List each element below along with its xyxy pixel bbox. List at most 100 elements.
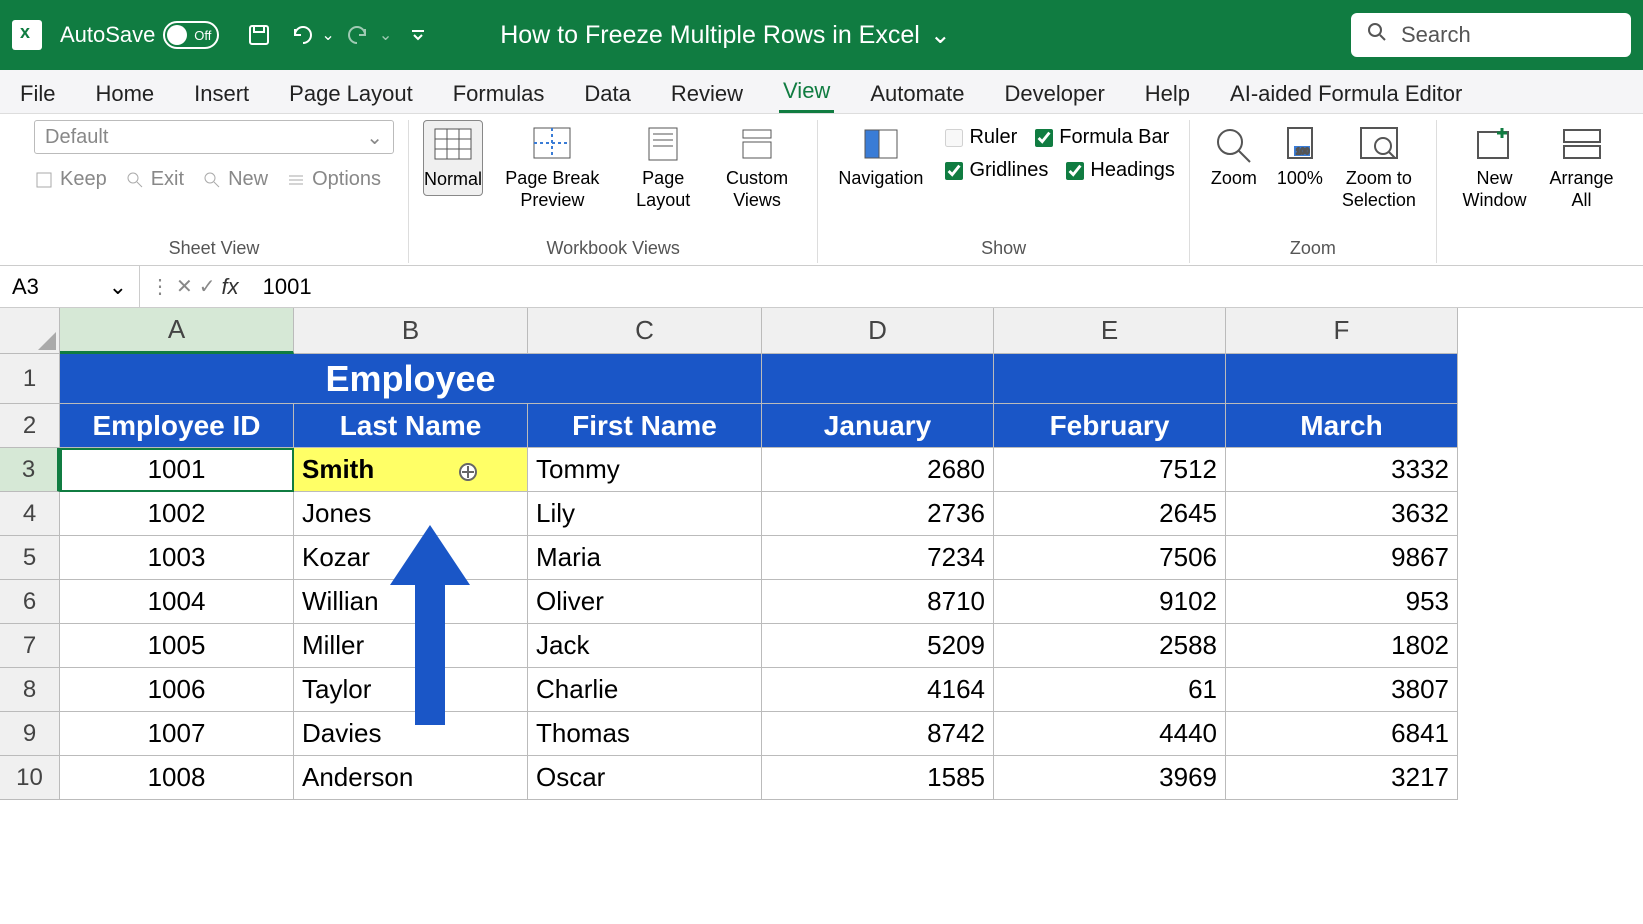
- cell-A3[interactable]: 1001: [60, 448, 294, 492]
- fx-icon[interactable]: fx: [222, 274, 239, 300]
- cell-header-last[interactable]: Last Name: [294, 404, 528, 448]
- normal-view-button[interactable]: Normal: [423, 120, 483, 196]
- cell[interactable]: 6841: [1226, 712, 1458, 756]
- row-header-10[interactable]: 10: [0, 756, 60, 800]
- custom-views-button[interactable]: Custom Views: [711, 120, 804, 215]
- redo-dropdown-icon[interactable]: ⌄: [379, 25, 392, 45]
- cell-header-jan[interactable]: January: [762, 404, 994, 448]
- gridlines-checkbox[interactable]: Gridlines: [945, 159, 1048, 182]
- search-input[interactable]: Search: [1351, 13, 1631, 57]
- cell-title-employee[interactable]: Employee: [60, 354, 762, 404]
- cell[interactable]: Miller: [294, 624, 528, 668]
- cell[interactable]: 7234: [762, 536, 994, 580]
- zoom-100-button[interactable]: 100 100%: [1270, 120, 1330, 194]
- sheet-view-exit-button[interactable]: Exit: [125, 168, 184, 191]
- autosave-control[interactable]: AutoSave Off: [60, 21, 219, 49]
- cell[interactable]: 3632: [1226, 492, 1458, 536]
- cell[interactable]: 4164: [762, 668, 994, 712]
- cell[interactable]: Lily: [528, 492, 762, 536]
- cell[interactable]: 61: [994, 668, 1226, 712]
- cell-D3[interactable]: 2680: [762, 448, 994, 492]
- cell[interactable]: 4440: [994, 712, 1226, 756]
- select-all-corner[interactable]: [0, 308, 60, 354]
- row-header-2[interactable]: 2: [0, 404, 60, 448]
- save-icon[interactable]: [243, 19, 275, 51]
- cell[interactable]: 3969: [994, 756, 1226, 800]
- cell[interactable]: [762, 354, 994, 404]
- new-window-button[interactable]: New Window: [1451, 120, 1538, 215]
- col-header-B[interactable]: B: [294, 308, 528, 354]
- cell[interactable]: 1585: [762, 756, 994, 800]
- cell[interactable]: 2645: [994, 492, 1226, 536]
- cell[interactable]: 3807: [1226, 668, 1458, 712]
- tab-file[interactable]: File: [16, 75, 59, 113]
- arrange-all-button[interactable]: Arrange All: [1544, 120, 1619, 215]
- tab-formulas[interactable]: Formulas: [449, 75, 549, 113]
- tab-home[interactable]: Home: [91, 75, 158, 113]
- autosave-toggle[interactable]: Off: [163, 21, 219, 49]
- cell[interactable]: 1005: [60, 624, 294, 668]
- page-break-preview-button[interactable]: Page Break Preview: [489, 120, 616, 215]
- cell[interactable]: Davies: [294, 712, 528, 756]
- cell[interactable]: Anderson: [294, 756, 528, 800]
- tab-review[interactable]: Review: [667, 75, 747, 113]
- qat-customize-icon[interactable]: [402, 19, 434, 51]
- cell[interactable]: 1802: [1226, 624, 1458, 668]
- formula-bar-checkbox[interactable]: Formula Bar: [1035, 126, 1169, 149]
- row-header-8[interactable]: 8: [0, 668, 60, 712]
- tab-help[interactable]: Help: [1141, 75, 1194, 113]
- cell-B3[interactable]: Smith: [294, 448, 528, 492]
- row-header-1[interactable]: 1: [0, 354, 60, 404]
- sheet-view-new-button[interactable]: New: [202, 168, 268, 191]
- col-header-E[interactable]: E: [994, 308, 1226, 354]
- row-header-3[interactable]: 3: [0, 448, 60, 492]
- cell[interactable]: Jack: [528, 624, 762, 668]
- col-header-C[interactable]: C: [528, 308, 762, 354]
- cell[interactable]: Oscar: [528, 756, 762, 800]
- redo-icon[interactable]: [341, 19, 373, 51]
- cell[interactable]: Jones: [294, 492, 528, 536]
- cell[interactable]: [1226, 354, 1458, 404]
- tab-automate[interactable]: Automate: [866, 75, 968, 113]
- cell[interactable]: 2588: [994, 624, 1226, 668]
- cell-header-mar[interactable]: March: [1226, 404, 1458, 448]
- sheet-view-keep-button[interactable]: Keep: [34, 168, 107, 191]
- cell[interactable]: 9867: [1226, 536, 1458, 580]
- tab-data[interactable]: Data: [580, 75, 634, 113]
- cell[interactable]: 8742: [762, 712, 994, 756]
- formula-input[interactable]: 1001: [249, 274, 1643, 300]
- headings-checkbox[interactable]: Headings: [1066, 159, 1175, 182]
- cell[interactable]: 1003: [60, 536, 294, 580]
- cell-header-first[interactable]: First Name: [528, 404, 762, 448]
- cell[interactable]: Kozar: [294, 536, 528, 580]
- navigation-button[interactable]: Navigation: [832, 120, 929, 194]
- page-layout-button[interactable]: Page Layout: [622, 120, 705, 215]
- cell[interactable]: 1004: [60, 580, 294, 624]
- undo-icon[interactable]: [287, 19, 319, 51]
- enter-icon[interactable]: ✓: [199, 274, 216, 299]
- cell[interactable]: 1006: [60, 668, 294, 712]
- zoom-to-selection-button[interactable]: Zoom to Selection: [1336, 120, 1422, 215]
- cell-E3[interactable]: 7512: [994, 448, 1226, 492]
- cell[interactable]: 1002: [60, 492, 294, 536]
- sheet-view-dropdown[interactable]: Default ⌄: [34, 120, 394, 154]
- document-title[interactable]: How to Freeze Multiple Rows in Excel ⌄: [500, 20, 951, 50]
- cell[interactable]: Taylor: [294, 668, 528, 712]
- cell[interactable]: [994, 354, 1226, 404]
- cell-header-empid[interactable]: Employee ID: [60, 404, 294, 448]
- cell[interactable]: 9102: [994, 580, 1226, 624]
- cancel-icon[interactable]: ✕: [176, 274, 193, 299]
- cell[interactable]: 5209: [762, 624, 994, 668]
- tab-page-layout[interactable]: Page Layout: [285, 75, 417, 113]
- cell[interactable]: 8710: [762, 580, 994, 624]
- cell-header-feb[interactable]: February: [994, 404, 1226, 448]
- ruler-checkbox[interactable]: Ruler: [945, 126, 1017, 149]
- cell-C3[interactable]: Tommy: [528, 448, 762, 492]
- row-header-5[interactable]: 5: [0, 536, 60, 580]
- tab-developer[interactable]: Developer: [1001, 75, 1109, 113]
- cell[interactable]: 953: [1226, 580, 1458, 624]
- more-icon[interactable]: ⋮: [150, 274, 170, 299]
- tab-insert[interactable]: Insert: [190, 75, 253, 113]
- cell[interactable]: 7506: [994, 536, 1226, 580]
- tab-ai-formula-editor[interactable]: AI-aided Formula Editor: [1226, 75, 1466, 113]
